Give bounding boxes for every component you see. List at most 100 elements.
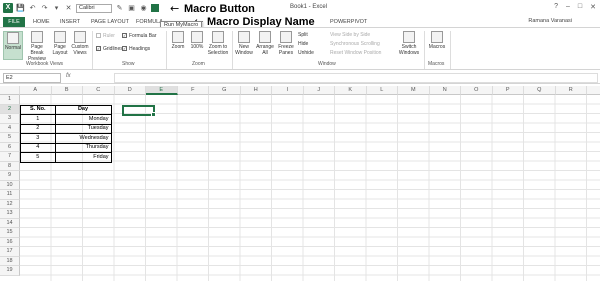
table-cell[interactable]: Tuesday bbox=[54, 123, 112, 134]
row-header-6[interactable]: 6 bbox=[0, 142, 20, 152]
table-cell[interactable]: 4 bbox=[20, 142, 56, 153]
picture-icon[interactable]: ▣ bbox=[127, 4, 136, 13]
row-header-7[interactable]: 7 bbox=[0, 152, 20, 162]
tab-insert[interactable]: INSERT bbox=[60, 17, 80, 27]
tab-file[interactable]: FILE bbox=[3, 17, 25, 27]
row-header-10[interactable]: 10 bbox=[0, 180, 20, 190]
font-name-box[interactable]: Calibri bbox=[76, 3, 112, 13]
column-header-p[interactable]: P bbox=[492, 86, 524, 95]
redo-icon[interactable]: ↷ bbox=[40, 4, 49, 13]
gridlines-checkbox[interactable]: ✓ Gridlines bbox=[96, 46, 123, 53]
arrange-all-button[interactable]: Arrange All bbox=[255, 31, 275, 60]
table-cell[interactable]: Monday bbox=[54, 114, 112, 125]
table-cell[interactable]: Wednesday bbox=[54, 133, 112, 144]
reset-window-position-button[interactable]: Reset Window Position bbox=[330, 50, 381, 57]
select-all-corner[interactable] bbox=[0, 86, 20, 95]
macro-button[interactable] bbox=[151, 4, 159, 12]
tab-powerpivot[interactable]: POWERPIVOT bbox=[330, 17, 367, 27]
minimize-icon[interactable]: – bbox=[566, 3, 570, 11]
new-window-button[interactable]: New Window bbox=[234, 31, 254, 60]
table-cell[interactable]: Thursday bbox=[54, 142, 112, 153]
column-header-e[interactable]: E bbox=[146, 86, 178, 95]
row-header-5[interactable]: 5 bbox=[0, 133, 20, 143]
synchronous-scrolling-button[interactable]: Synchronous Scrolling bbox=[330, 41, 380, 48]
freeze-panes-button[interactable]: Freeze Panes bbox=[276, 31, 296, 60]
tab-page-layout[interactable]: PAGE LAYOUT bbox=[91, 17, 129, 27]
column-header-g[interactable]: G bbox=[209, 86, 241, 95]
header-cell[interactable]: Day bbox=[54, 104, 112, 115]
user-name[interactable]: Ramana Varanasi bbox=[528, 18, 572, 24]
zoom-100-button[interactable]: 100% bbox=[188, 31, 206, 60]
column-header-r[interactable]: R bbox=[555, 86, 587, 95]
row-header-15[interactable]: 15 bbox=[0, 228, 20, 238]
customize-icon[interactable]: ▾ bbox=[52, 4, 61, 13]
row-header-19[interactable]: 19 bbox=[0, 266, 20, 276]
arrange-all-icon bbox=[259, 31, 271, 43]
page-layout-button[interactable]: Page Layout bbox=[51, 31, 69, 60]
close-icon[interactable]: ✕ bbox=[64, 4, 73, 13]
column-header-d[interactable]: D bbox=[114, 86, 146, 95]
tab-formulas[interactable]: FORMULA bbox=[136, 17, 163, 27]
active-cell-e2[interactable] bbox=[122, 104, 156, 117]
zoom-button[interactable]: Zoom bbox=[169, 31, 187, 60]
table-cell[interactable]: 1 bbox=[20, 114, 56, 125]
column-header-c[interactable]: C bbox=[83, 86, 115, 95]
column-header-n[interactable]: N bbox=[429, 86, 461, 95]
ruler-checkbox[interactable]: Ruler bbox=[96, 33, 115, 40]
row-header-4[interactable]: 4 bbox=[0, 123, 20, 133]
column-header-i[interactable]: I bbox=[272, 86, 304, 95]
formula-bar-checkbox[interactable]: ✓ Formula Bar bbox=[122, 33, 157, 40]
close-window-icon[interactable]: ✕ bbox=[590, 3, 596, 11]
save-icon[interactable]: 💾 bbox=[16, 4, 25, 13]
row-header-9[interactable]: 9 bbox=[0, 171, 20, 181]
column-header-b[interactable]: B bbox=[51, 86, 83, 95]
header-cell[interactable]: S. No. bbox=[20, 104, 56, 115]
column-header-q[interactable]: Q bbox=[524, 86, 556, 95]
help-icon[interactable]: ? bbox=[554, 3, 558, 11]
row-header-14[interactable]: 14 bbox=[0, 218, 20, 228]
headings-checkbox[interactable]: ✓ Headings bbox=[122, 46, 150, 53]
table-cell[interactable]: Friday bbox=[54, 152, 112, 163]
normal-view-button[interactable]: Normal bbox=[3, 31, 23, 60]
zoom-to-selection-button[interactable]: Zoom to Selection bbox=[207, 31, 229, 60]
formula-input[interactable] bbox=[114, 73, 598, 83]
camera-icon[interactable]: ◉ bbox=[139, 4, 148, 13]
column-header-a[interactable]: A bbox=[20, 86, 52, 95]
row-header-18[interactable]: 18 bbox=[0, 256, 20, 266]
format-painter-icon[interactable]: ✎ bbox=[115, 4, 124, 13]
unhide-button[interactable]: Unhide bbox=[298, 50, 314, 57]
table-cell[interactable]: 3 bbox=[20, 133, 56, 144]
ribbon-tabs: FILE HOME INSERT PAGE LAYOUT FORMULA POW… bbox=[0, 16, 600, 27]
table-cell[interactable]: 5 bbox=[20, 152, 56, 163]
undo-icon[interactable]: ↶ bbox=[28, 4, 37, 13]
page-break-preview-button[interactable]: Page Break Preview bbox=[24, 31, 50, 62]
row-header-3[interactable]: 3 bbox=[0, 114, 20, 124]
macros-button[interactable]: Macros bbox=[427, 31, 447, 60]
switch-windows-button[interactable]: Switch Windows bbox=[396, 31, 422, 60]
tab-home[interactable]: HOME bbox=[33, 17, 50, 27]
column-header-o[interactable]: O bbox=[461, 86, 493, 95]
fx-icon[interactable]: fx bbox=[66, 73, 71, 79]
table-cell[interactable]: 2 bbox=[20, 123, 56, 134]
column-header-f[interactable]: F bbox=[177, 86, 209, 95]
column-header-s[interactable]: S bbox=[587, 86, 600, 95]
hide-button[interactable]: Hide bbox=[298, 41, 308, 48]
row-header-2[interactable]: 2 bbox=[0, 104, 20, 114]
custom-views-button[interactable]: Custom Views bbox=[70, 31, 90, 60]
column-header-h[interactable]: H bbox=[240, 86, 272, 95]
column-header-j[interactable]: J bbox=[303, 86, 335, 95]
row-header-1[interactable]: 1 bbox=[0, 95, 20, 105]
name-box[interactable]: E2 bbox=[3, 73, 61, 83]
column-header-k[interactable]: K bbox=[335, 86, 367, 95]
maximize-icon[interactable]: □ bbox=[578, 3, 582, 11]
row-header-16[interactable]: 16 bbox=[0, 237, 20, 247]
column-header-m[interactable]: M bbox=[398, 86, 430, 95]
row-header-8[interactable]: 8 bbox=[0, 161, 20, 171]
column-header-l[interactable]: L bbox=[366, 86, 398, 95]
split-button[interactable]: Split bbox=[298, 32, 308, 39]
row-header-13[interactable]: 13 bbox=[0, 209, 20, 219]
row-header-11[interactable]: 11 bbox=[0, 190, 20, 200]
row-header-17[interactable]: 17 bbox=[0, 247, 20, 257]
row-header-12[interactable]: 12 bbox=[0, 199, 20, 209]
view-side-by-side-button[interactable]: View Side by Side bbox=[330, 32, 370, 39]
